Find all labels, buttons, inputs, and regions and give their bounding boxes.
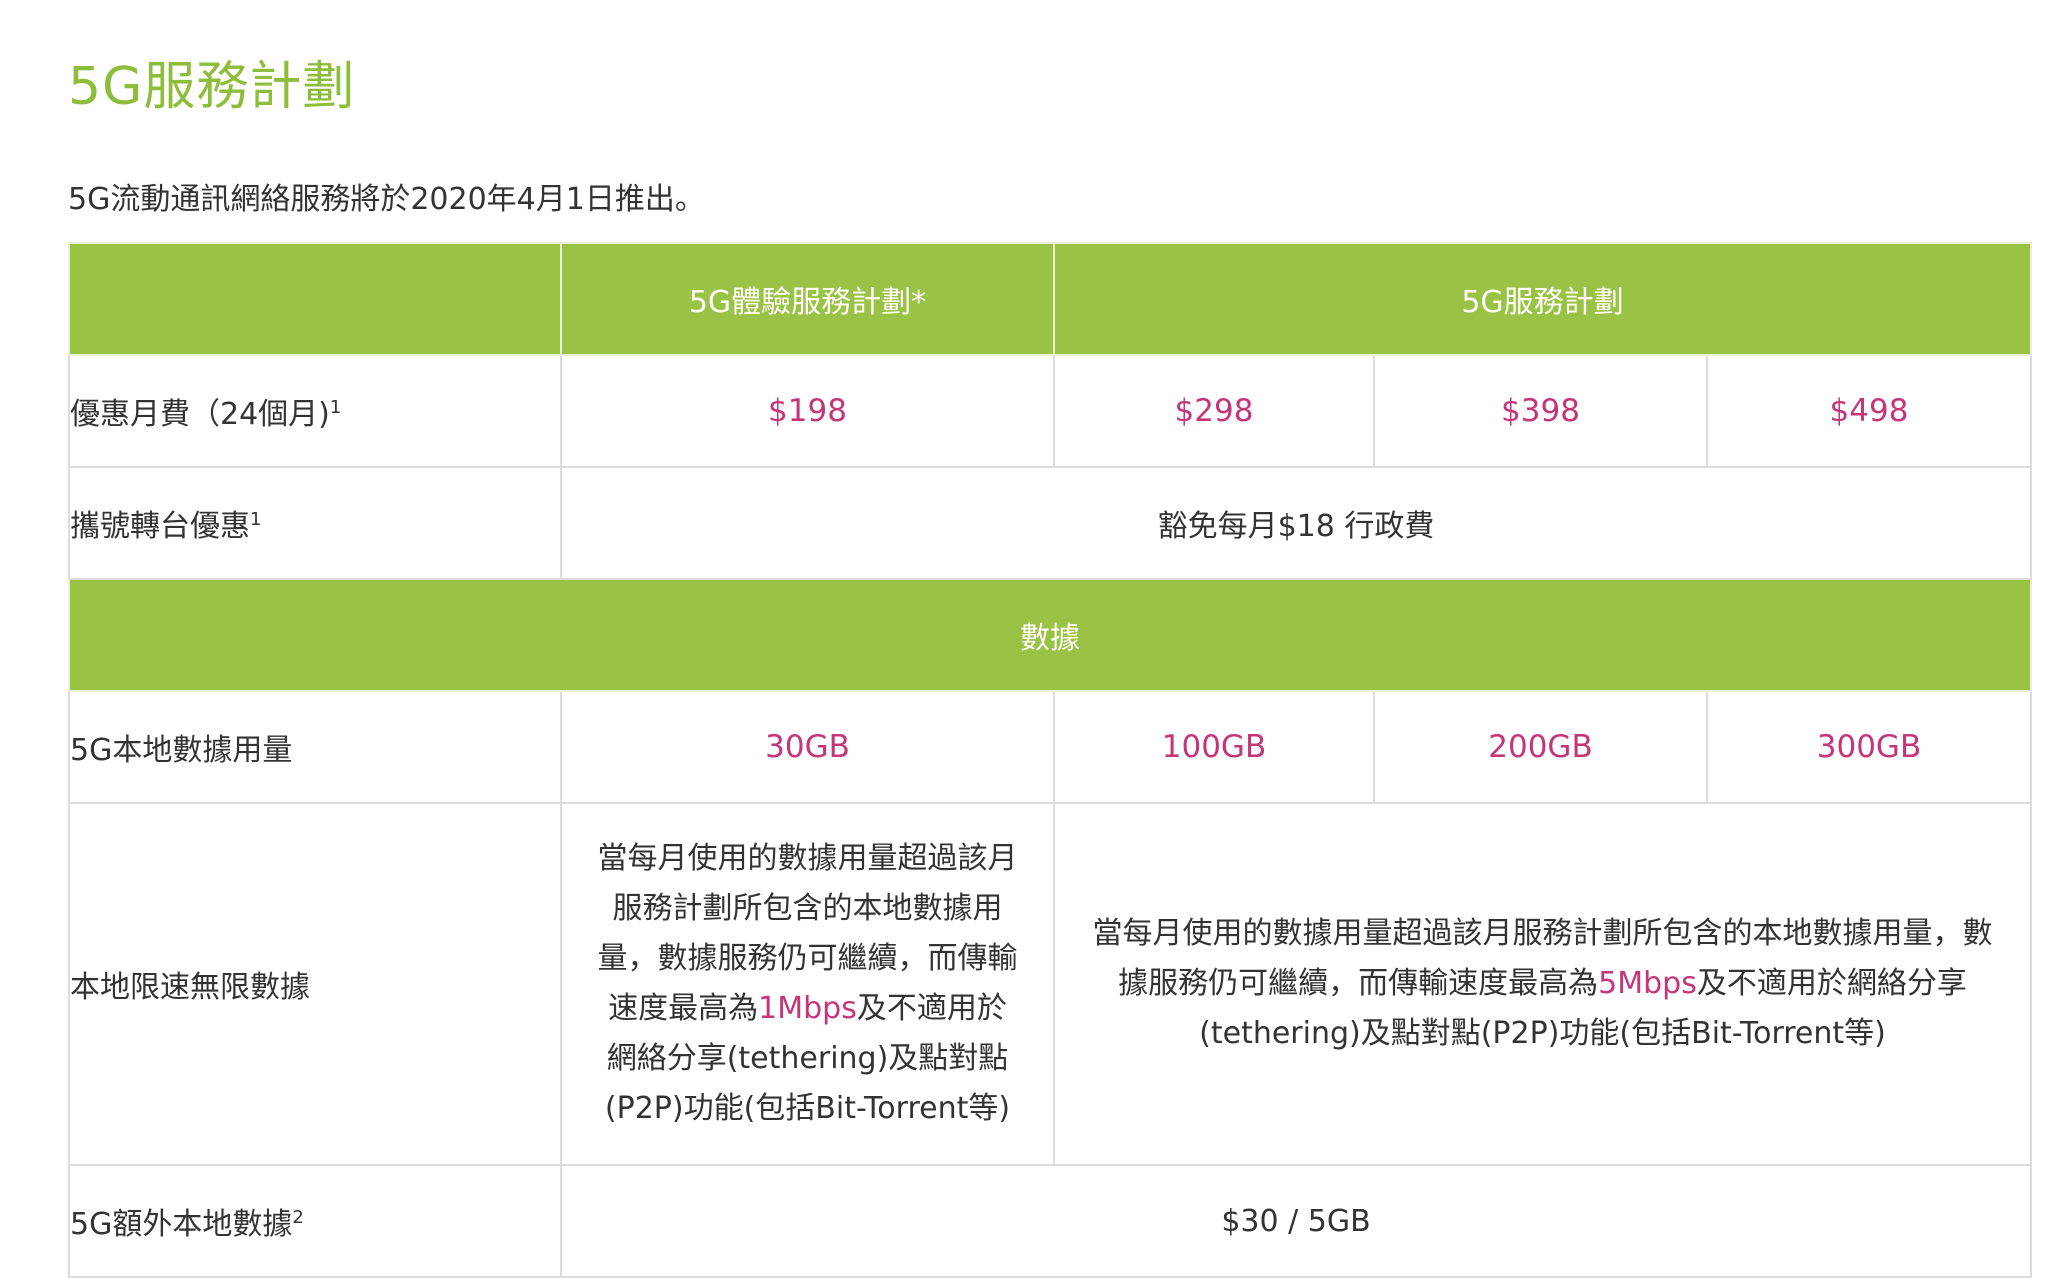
data-amount: 200GB	[1488, 729, 1593, 765]
data-cell-30gb: 30GB	[560, 690, 1055, 804]
data-amount: 100GB	[1161, 729, 1267, 765]
data-cell-100gb: 100GB	[1053, 690, 1375, 804]
row-label-unlimited-data: 本地限速無限數據	[68, 802, 562, 1166]
section-title-data: 數據	[68, 578, 2032, 692]
plan-comparison-table: 5G體驗服務計劃* 5G服務計劃 優惠月費（24個月)1 $198 $298 $…	[68, 242, 2032, 1278]
monthly-fee-label-text: 優惠月費（24個月)	[70, 397, 330, 432]
unlimited-desc-experience: 當每月使用的數據用量超過該月服務計劃所包含的本地數據用量，數據服務仍可繼續，而傳…	[560, 802, 1055, 1166]
footnote-marker: 1	[329, 397, 342, 418]
page-title: 5G服務計劃	[68, 57, 356, 117]
data-cell-300gb: 300GB	[1706, 690, 2032, 804]
row-label-extra-data: 5G額外本地數據2	[68, 1164, 562, 1278]
header-plan-experience: 5G體驗服務計劃*	[560, 242, 1055, 356]
port-in-label-text: 攜號轉台優惠	[70, 509, 250, 544]
row-label-local-data: 5G本地數據用量	[68, 690, 562, 804]
unlimited-desc-text: 當每月使用的數據用量超過該月服務計劃所包含的本地數據用量，數據服務仍可繼續，而傳…	[562, 834, 1053, 1134]
intro-text: 5G流動通訊網絡服務將於2020年4月1日推出。	[68, 182, 705, 217]
table-row-local-data: 5G本地數據用量 30GB 100GB 200GB 300GB	[68, 690, 2032, 804]
price-cell-298: $298	[1053, 354, 1375, 468]
table-row-unlimited-data: 本地限速無限數據 當每月使用的數據用量超過該月服務計劃所包含的本地數據用量，數據…	[68, 802, 2032, 1166]
price-cell-398: $398	[1373, 354, 1708, 468]
table-row-monthly-fee: 優惠月費（24個月)1 $198 $298 $398 $498	[68, 354, 2032, 468]
speed-cap-1mbps: 1Mbps	[758, 991, 857, 1026]
header-plan-5g: 5G服務計劃	[1053, 242, 2032, 356]
data-cell-200gb: 200GB	[1373, 690, 1708, 804]
row-label-monthly-fee: 優惠月費（24個月)1	[68, 354, 562, 468]
port-in-value: 豁免每月$18 行政費	[560, 466, 2032, 580]
price-cell-198: $198	[560, 354, 1055, 468]
table-row-extra-data: 5G額外本地數據2 $30 / 5GB	[68, 1164, 2032, 1278]
price-value: $498	[1829, 393, 1909, 429]
unlimited-desc-5g: 當每月使用的數據用量超過該月服務計劃所包含的本地數據用量，數據服務仍可繼續，而傳…	[1053, 802, 2032, 1166]
price-value: $198	[768, 393, 847, 429]
table-row-port-in: 攜號轉台優惠1 豁免每月$18 行政費	[68, 466, 2032, 580]
extra-data-label-text: 5G額外本地數據	[70, 1207, 293, 1242]
extra-data-value: $30 / 5GB	[560, 1164, 2032, 1278]
speed-cap-5mbps: 5Mbps	[1598, 966, 1697, 1001]
unlimited-desc-text: 當每月使用的數據用量超過該月服務計劃所包含的本地數據用量，數據服務仍可繼續，而傳…	[1055, 909, 2030, 1059]
section-header-data: 數據	[68, 578, 2032, 692]
price-value: $298	[1174, 393, 1254, 429]
header-empty-cell	[68, 242, 562, 356]
data-amount: 300GB	[1816, 729, 1922, 765]
price-cell-498: $498	[1706, 354, 2032, 468]
footnote-marker: 1	[250, 509, 262, 530]
row-label-port-in: 攜號轉台優惠1	[68, 466, 562, 580]
price-value: $398	[1501, 393, 1580, 429]
footnote-marker: 2	[292, 1207, 304, 1228]
data-amount: 30GB	[765, 729, 850, 765]
table-header-row: 5G體驗服務計劃* 5G服務計劃	[68, 242, 2032, 356]
